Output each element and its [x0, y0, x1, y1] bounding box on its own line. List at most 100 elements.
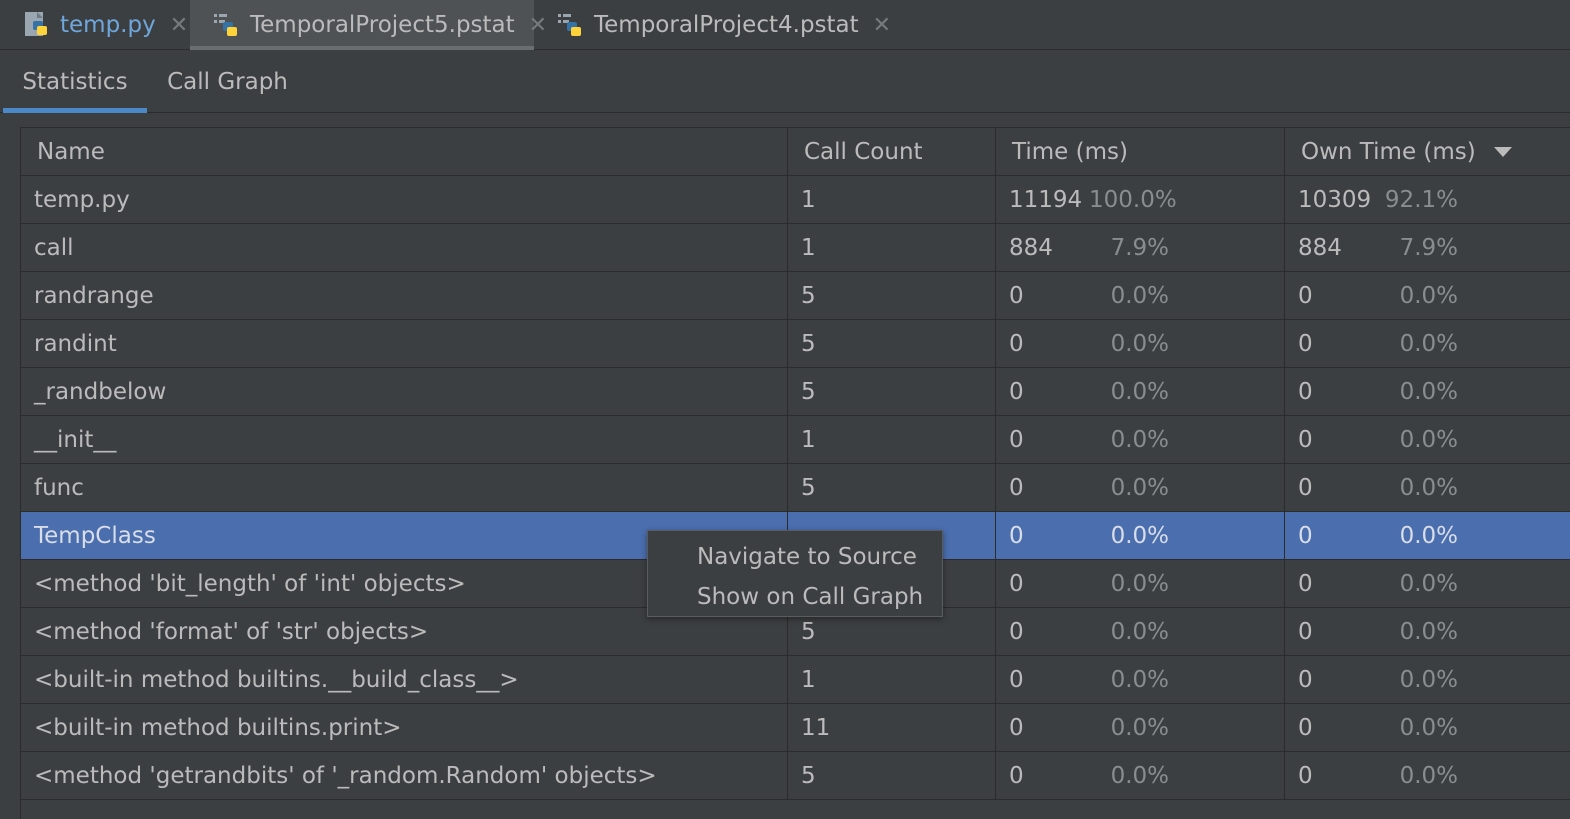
own-time-value: 0 — [1298, 714, 1313, 741]
cell-name: temp.py — [21, 176, 788, 223]
time-percent: 0.0% — [1110, 474, 1169, 501]
profiler-view-tabs: Statistics Call Graph — [0, 51, 1570, 113]
own-time-percent: 0.0% — [1399, 618, 1458, 645]
time-value: 0 — [1009, 570, 1024, 597]
column-header-name[interactable]: Name — [21, 128, 788, 176]
tab-statistics[interactable]: Statistics — [3, 51, 147, 113]
time-percent: 0.0% — [1110, 570, 1169, 597]
own-time-percent: 7.9% — [1399, 234, 1458, 261]
cell-name: randint — [21, 320, 788, 367]
cell-time: 0 0.0% — [996, 752, 1285, 799]
time-value: 0 — [1009, 330, 1024, 357]
menu-item-navigate-to-source[interactable]: Navigate to Source — [648, 537, 942, 577]
time-value: 11194 — [1009, 186, 1083, 213]
cell-name: _randbelow — [21, 368, 788, 415]
own-time-percent: 0.0% — [1399, 378, 1458, 405]
time-value: 0 — [1009, 378, 1024, 405]
own-time-value: 0 — [1298, 522, 1313, 549]
cell-own-time: 0 0.0% — [1285, 752, 1570, 799]
column-header-call-count[interactable]: Call Count — [788, 128, 996, 176]
sort-descending-icon — [1493, 147, 1512, 157]
own-time-percent: 0.0% — [1399, 282, 1458, 309]
own-time-percent: 0.0% — [1399, 426, 1458, 453]
table-header: Name Call Count Time (ms) Own Time (ms) — [21, 128, 1570, 176]
time-value: 0 — [1009, 426, 1024, 453]
own-time-percent: 0.0% — [1399, 330, 1458, 357]
table-row[interactable]: <built-in method builtins.print> 11 0 0.0% 0… — [21, 704, 1570, 752]
cell-time: 0 0.0% — [996, 608, 1285, 655]
own-time-value: 0 — [1298, 378, 1313, 405]
time-percent: 0.0% — [1110, 714, 1169, 741]
context-menu: Navigate to Source Show on Call Graph — [647, 530, 943, 617]
own-time-value: 884 — [1298, 234, 1342, 261]
close-icon[interactable]: ✕ — [170, 13, 188, 38]
cell-own-time: 0 0.0% — [1285, 464, 1570, 511]
python-file-icon — [25, 12, 47, 36]
cell-name: func — [21, 464, 788, 511]
own-time-value: 0 — [1298, 330, 1313, 357]
time-percent: 0.0% — [1110, 618, 1169, 645]
tab-temporalproject4-pstat[interactable]: TemporalProject4.pstat ✕ — [534, 0, 891, 50]
column-header-own-time[interactable]: Own Time (ms) — [1285, 128, 1570, 176]
cell-call-count: 5 — [788, 368, 996, 415]
table-row[interactable]: randint 5 0 0.0% 0 0.0% — [21, 320, 1570, 368]
cell-call-count: 1 — [788, 656, 996, 703]
time-percent: 0.0% — [1110, 762, 1169, 789]
cell-own-time: 0 0.0% — [1285, 656, 1570, 703]
tab-call-graph[interactable]: Call Graph — [155, 51, 300, 113]
table-row[interactable]: <built-in method builtins.__build_class_… — [21, 656, 1570, 704]
table-row[interactable]: randrange 5 0 0.0% 0 0.0% — [21, 272, 1570, 320]
cell-call-count: 5 — [788, 272, 996, 319]
table-row[interactable]: func 5 0 0.0% 0 0.0% — [21, 464, 1570, 512]
cell-name: __init__ — [21, 416, 788, 463]
time-percent: 0.0% — [1110, 426, 1169, 453]
cell-time: 11194 100.0% — [996, 176, 1285, 223]
cell-call-count: 5 — [788, 752, 996, 799]
cell-time: 884 7.9% — [996, 224, 1285, 271]
time-value: 0 — [1009, 522, 1024, 549]
tab-label: Call Graph — [167, 69, 288, 95]
time-percent: 0.0% — [1110, 282, 1169, 309]
column-header-time[interactable]: Time (ms) — [996, 128, 1285, 176]
table-row[interactable]: <method 'getrandbits' of '_random.Random… — [21, 752, 1570, 800]
cell-own-time: 884 7.9% — [1285, 224, 1570, 271]
cell-own-time: 0 0.0% — [1285, 560, 1570, 607]
own-time-value: 0 — [1298, 426, 1313, 453]
own-time-percent: 0.0% — [1399, 714, 1458, 741]
own-time-value: 10309 — [1298, 186, 1372, 213]
time-value: 0 — [1009, 474, 1024, 501]
table-row[interactable]: call 1 884 7.9% 884 7.9% — [21, 224, 1570, 272]
own-time-value: 0 — [1298, 282, 1313, 309]
tab-label: temp.py — [60, 12, 156, 38]
tab-temp-py[interactable]: temp.py ✕ — [0, 0, 188, 50]
own-time-percent: 0.0% — [1399, 666, 1458, 693]
cell-time: 0 0.0% — [996, 368, 1285, 415]
cell-call-count: 1 — [788, 224, 996, 271]
tab-temporalproject5-pstat[interactable]: TemporalProject5.pstat ✕ — [190, 0, 547, 50]
time-percent: 0.0% — [1110, 666, 1169, 693]
cell-name: <built-in method builtins.print> — [21, 704, 788, 751]
menu-item-show-on-call-graph[interactable]: Show on Call Graph — [648, 577, 942, 617]
time-value: 0 — [1009, 714, 1024, 741]
statistics-table: Name Call Count Time (ms) Own Time (ms) … — [20, 127, 1570, 819]
profiler-stats-icon — [214, 14, 237, 36]
cell-time: 0 0.0% — [996, 320, 1285, 367]
own-time-value: 0 — [1298, 762, 1313, 789]
table-row[interactable]: __init__ 1 0 0.0% 0 0.0% — [21, 416, 1570, 464]
table-body: temp.py 1 11194 100.0% 10309 92.1% call 1 884 7.9… — [21, 176, 1570, 800]
table-row[interactable]: _randbelow 5 0 0.0% 0 0.0% — [21, 368, 1570, 416]
cell-time: 0 0.0% — [996, 560, 1285, 607]
tab-label: TemporalProject5.pstat — [250, 12, 515, 38]
table-row[interactable]: temp.py 1 11194 100.0% 10309 92.1% — [21, 176, 1570, 224]
own-time-percent: 0.0% — [1399, 474, 1458, 501]
own-time-percent: 0.0% — [1399, 522, 1458, 549]
editor-tab-bar: temp.py ✕ TemporalProject5.pstat ✕ Tempo… — [0, 0, 1570, 50]
close-icon[interactable]: ✕ — [873, 13, 891, 38]
cell-own-time: 0 0.0% — [1285, 608, 1570, 655]
time-value: 0 — [1009, 282, 1024, 309]
time-percent: 7.9% — [1110, 234, 1169, 261]
cell-own-time: 0 0.0% — [1285, 272, 1570, 319]
cell-time: 0 0.0% — [996, 464, 1285, 511]
cell-own-time: 0 0.0% — [1285, 368, 1570, 415]
cell-time: 0 0.0% — [996, 272, 1285, 319]
